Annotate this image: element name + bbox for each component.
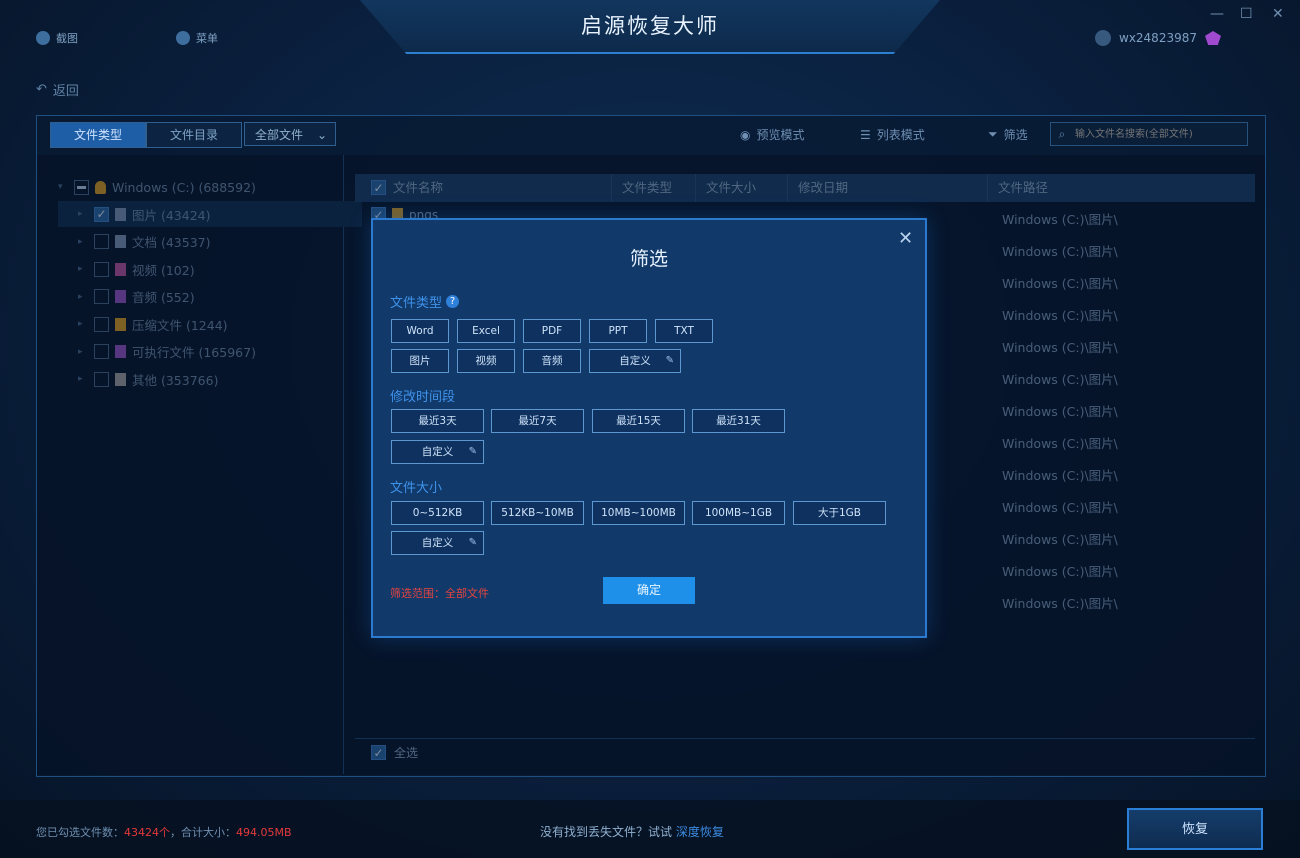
chevron-down-icon: ⌄ bbox=[316, 128, 327, 142]
nav-menu[interactable]: 菜单 bbox=[176, 30, 218, 46]
edit-icon: ✎ bbox=[468, 446, 477, 457]
size-option[interactable]: 512KB~10MB bbox=[491, 501, 584, 525]
recover-button[interactable]: 恢复 bbox=[1127, 808, 1263, 850]
file-type-option[interactable]: 音频 bbox=[523, 349, 581, 373]
time-option[interactable]: 最近3天 bbox=[391, 409, 484, 433]
custom-time-button[interactable]: 自定义 ✎ bbox=[391, 440, 484, 464]
file-type-option[interactable]: Excel bbox=[457, 319, 515, 343]
search-input[interactable] bbox=[1073, 127, 1247, 141]
file-type-label: 文件类型? bbox=[390, 292, 460, 311]
selection-summary: 您已勾选文件数：43424个，合计大小：494.05MB bbox=[36, 826, 292, 839]
search-icon: ⌕ bbox=[1058, 126, 1066, 141]
size-option[interactable]: 100MB~1GB bbox=[692, 501, 785, 525]
funnel-icon: ⏷ bbox=[988, 127, 998, 141]
edit-icon: ✎ bbox=[468, 537, 477, 548]
size-option[interactable]: 0~512KB bbox=[391, 501, 484, 525]
close-icon[interactable]: ✕ bbox=[898, 228, 913, 249]
selected-count: 43424个 bbox=[124, 826, 170, 839]
size-option[interactable]: 10MB~100MB bbox=[592, 501, 685, 525]
file-type-option[interactable]: 图片 bbox=[391, 349, 449, 373]
app-title: 启源恢复大师 bbox=[581, 14, 719, 38]
tab-file-type[interactable]: 文件类型 bbox=[50, 122, 146, 148]
back-button[interactable]: ↶ 返回 bbox=[36, 80, 79, 99]
time-option[interactable]: 最近15天 bbox=[592, 409, 685, 433]
time-option[interactable]: 最近31天 bbox=[692, 409, 785, 433]
list-mode-button[interactable]: ☰ 列表模式 bbox=[860, 126, 925, 143]
file-type-option[interactable]: Word bbox=[391, 319, 449, 343]
size-label: 文件大小 bbox=[390, 481, 443, 496]
tab-file-directory[interactable]: 文件目录 bbox=[146, 122, 242, 148]
minimize-button[interactable]: — bbox=[1210, 6, 1224, 22]
filter-button[interactable]: ⏷ 筛选 bbox=[988, 126, 1028, 143]
custom-type-button[interactable]: 自定义 ✎ bbox=[589, 349, 681, 373]
file-filter-select[interactable]: 全部文件 ⌄ bbox=[244, 122, 336, 146]
menu-icon bbox=[176, 31, 190, 45]
help-icon[interactable]: ? bbox=[446, 295, 460, 308]
preview-mode-button[interactable]: ◉ 预览模式 bbox=[740, 126, 805, 143]
back-icon: ↶ bbox=[36, 82, 47, 97]
selected-size: 494.05MB bbox=[236, 826, 292, 839]
nav-screenshot[interactable]: 截图 bbox=[36, 30, 78, 46]
edit-icon: ✎ bbox=[665, 355, 674, 366]
filter-range: 筛选范围：全部文件 bbox=[390, 587, 489, 600]
screenshot-icon bbox=[36, 31, 50, 45]
close-window-button[interactable]: ✕ bbox=[1272, 6, 1284, 22]
file-type-option[interactable]: TXT bbox=[655, 319, 713, 343]
confirm-button[interactable]: 确定 bbox=[603, 577, 695, 604]
view-tabs: 文件类型 文件目录 bbox=[50, 122, 242, 148]
maximize-button[interactable]: ☐ bbox=[1240, 6, 1253, 22]
eye-icon: ◉ bbox=[740, 127, 751, 142]
dialog-title: 筛选 bbox=[629, 248, 668, 270]
user-area[interactable]: wx24823987 bbox=[1095, 30, 1221, 46]
avatar bbox=[1095, 30, 1111, 46]
user-name: wx24823987 bbox=[1119, 31, 1197, 45]
custom-size-button[interactable]: 自定义 ✎ bbox=[391, 531, 484, 555]
time-label: 修改时间段 bbox=[390, 390, 456, 405]
file-type-option[interactable]: PDF bbox=[523, 319, 581, 343]
deep-scan-hint: 没有找到丢失文件？试试 深度恢复 bbox=[540, 825, 724, 839]
file-type-option[interactable]: 视频 bbox=[457, 349, 515, 373]
vip-icon bbox=[1205, 31, 1221, 45]
search-box: ⌕ bbox=[1050, 122, 1248, 146]
time-option[interactable]: 最近7天 bbox=[491, 409, 584, 433]
file-type-option[interactable]: PPT bbox=[589, 319, 647, 343]
deep-scan-link[interactable]: 深度恢复 bbox=[676, 825, 724, 839]
size-option[interactable]: 大于1GB bbox=[793, 501, 886, 525]
list-icon: ☰ bbox=[860, 127, 871, 142]
